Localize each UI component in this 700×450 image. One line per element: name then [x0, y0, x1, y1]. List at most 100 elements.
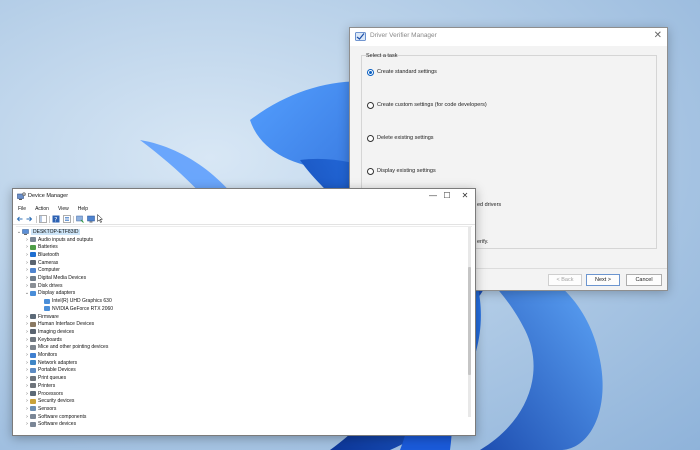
tree-category-item[interactable]: › Audio inputs and outputs: [24, 236, 93, 244]
device-tree[interactable]: ⌄ DESKTOP-ETF83ID › Audio inputs and outp…: [16, 226, 472, 435]
group-label: Select a task: [366, 53, 398, 59]
tree-category-item[interactable]: › Batteries: [24, 243, 58, 251]
window-title: Driver Verifier Manager: [370, 32, 437, 39]
scan-hardware-icon[interactable]: [87, 215, 95, 223]
scrollbar-thumb[interactable]: [468, 267, 471, 375]
tree-category-item[interactable]: › Disk drives: [24, 282, 62, 290]
forward-arrow-icon[interactable]: [25, 215, 33, 223]
tree-item-label: Display adapters: [38, 290, 76, 297]
menu-view[interactable]: View: [53, 205, 73, 214]
tree-category-item[interactable]: › Keyboards: [24, 336, 62, 344]
cancel-button[interactable]: Cancel: [626, 274, 662, 286]
menu-file[interactable]: File: [13, 205, 30, 214]
tree-category-item[interactable]: › Network adapters: [24, 359, 77, 367]
speaker-icon: [30, 237, 36, 243]
next-button[interactable]: Next >: [586, 274, 620, 286]
tree-category-item[interactable]: › Digital Media Devices: [24, 274, 86, 282]
tree-category-item[interactable]: › Printers: [24, 382, 55, 390]
radio-button-checked[interactable]: [367, 68, 374, 76]
toolbar-divider: [73, 216, 74, 223]
tree-category-item[interactable]: › Print queues: [24, 374, 66, 382]
tree-item-label: Portable Devices: [38, 367, 76, 374]
back-button[interactable]: < Back: [548, 274, 582, 286]
toolbar-divider: [36, 216, 37, 223]
tree-category-item[interactable]: › Software components: [24, 413, 86, 421]
menu-bar: File Action View Help: [13, 205, 475, 214]
back-arrow-icon[interactable]: [16, 215, 24, 223]
tree-item-label: Processors: [38, 390, 64, 397]
tree-category-item[interactable]: › Security devices: [24, 397, 74, 405]
tree-category-item[interactable]: ⌄ Display adapters: [24, 290, 75, 298]
computer-icon: [30, 267, 36, 273]
tree-category-item[interactable]: › Mice and other pointing devices: [24, 344, 108, 352]
tree-category-item[interactable]: › Software devices: [24, 421, 76, 429]
tree-category-item[interactable]: › Bluetooth: [24, 251, 59, 259]
tree-item-label: Human Interface Devices: [38, 321, 95, 328]
radio-button[interactable]: [367, 167, 374, 175]
tree-category-item[interactable]: › Human Interface Devices: [24, 320, 94, 328]
close-icon[interactable]: ✕: [654, 30, 662, 41]
title-bar[interactable]: Driver Verifier Manager ✕: [350, 28, 667, 46]
option-label: Create custom settings (for code develop…: [377, 102, 487, 108]
tree-category-item[interactable]: › Processors: [24, 390, 63, 398]
tree-category-item[interactable]: › Imaging devices: [24, 328, 74, 336]
toolbar-divider: [49, 216, 50, 223]
hid-icon: [30, 321, 36, 327]
tree-item-label: Bluetooth: [38, 251, 60, 258]
title-bar[interactable]: Device Manager — ☐ ✕: [13, 189, 475, 205]
show-hide-tree-icon[interactable]: [39, 215, 47, 223]
tree-category-item[interactable]: › Portable Devices: [24, 367, 76, 375]
security-icon: [30, 398, 36, 404]
option-label: Display existing settings: [377, 168, 436, 174]
tree-device-item[interactable]: Intel(R) UHD Graphics 630: [38, 297, 112, 305]
tree-item-label: Mice and other pointing devices: [38, 344, 109, 351]
tree-item-label: Print queues: [38, 375, 67, 382]
radio-button[interactable]: [367, 134, 374, 142]
device-manager-window: Device Manager — ☐ ✕ File Action View He…: [12, 188, 476, 436]
option-display-existing[interactable]: Display existing settings: [367, 166, 436, 176]
tree-item-label: NVIDIA GeForce RTX 2060: [52, 305, 114, 312]
printer-icon: [30, 375, 36, 381]
tree-category-item[interactable]: › Cameras: [24, 259, 58, 267]
battery-icon: [30, 244, 36, 250]
tree-category-item[interactable]: › Sensors: [24, 405, 56, 413]
display-icon: [44, 306, 50, 312]
tree-category-item[interactable]: › Firmware: [24, 313, 59, 321]
tree-device-item[interactable]: NVIDIA GeForce RTX 2060: [38, 305, 113, 313]
properties-icon[interactable]: [63, 215, 71, 223]
menu-help[interactable]: Help: [73, 205, 92, 214]
radio-button[interactable]: [367, 101, 374, 109]
tree-root[interactable]: ⌄ DESKTOP-ETF83ID: [16, 228, 81, 236]
keyboard-icon: [30, 337, 36, 343]
sensor-icon: [30, 406, 36, 412]
printer-icon: [30, 383, 36, 389]
tree-item-label: Imaging devices: [38, 328, 75, 335]
help-icon[interactable]: ?: [52, 215, 60, 223]
svg-text:?: ?: [54, 216, 57, 223]
display-icon: [44, 298, 50, 304]
network-icon: [30, 360, 36, 366]
close-icon[interactable]: ✕: [458, 191, 472, 200]
tree-item-label: Keyboards: [38, 336, 62, 343]
tree-item-label: Audio inputs and outputs: [38, 236, 94, 243]
camera-icon: [30, 260, 36, 266]
tree-category-item[interactable]: › Monitors: [24, 351, 57, 359]
tree-item-label: Software devices: [38, 421, 77, 428]
checkmark-shield-icon: [355, 32, 366, 41]
option-create-standard[interactable]: Create standard settings: [367, 67, 437, 77]
option-create-custom[interactable]: Create custom settings (for code develop…: [367, 100, 487, 110]
tree-item-label: Digital Media Devices: [38, 275, 87, 282]
option-delete-existing[interactable]: Delete existing settings: [367, 133, 434, 143]
maximize-icon[interactable]: ☐: [440, 191, 454, 200]
tree-item-label: Computer: [38, 267, 60, 274]
toolbar: ?: [13, 214, 475, 225]
menu-action[interactable]: Action: [30, 205, 53, 214]
minimize-icon[interactable]: —: [426, 191, 440, 200]
tree-item-label: Intel(R) UHD Graphics 630: [52, 298, 112, 305]
mouse-icon: [30, 344, 36, 350]
partial-option-text: ed drivers: [477, 202, 502, 208]
update-driver-icon[interactable]: [76, 215, 84, 223]
tree-category-item[interactable]: › Computer: [24, 267, 60, 275]
chip-icon: [30, 314, 36, 320]
component-icon: [30, 421, 36, 427]
